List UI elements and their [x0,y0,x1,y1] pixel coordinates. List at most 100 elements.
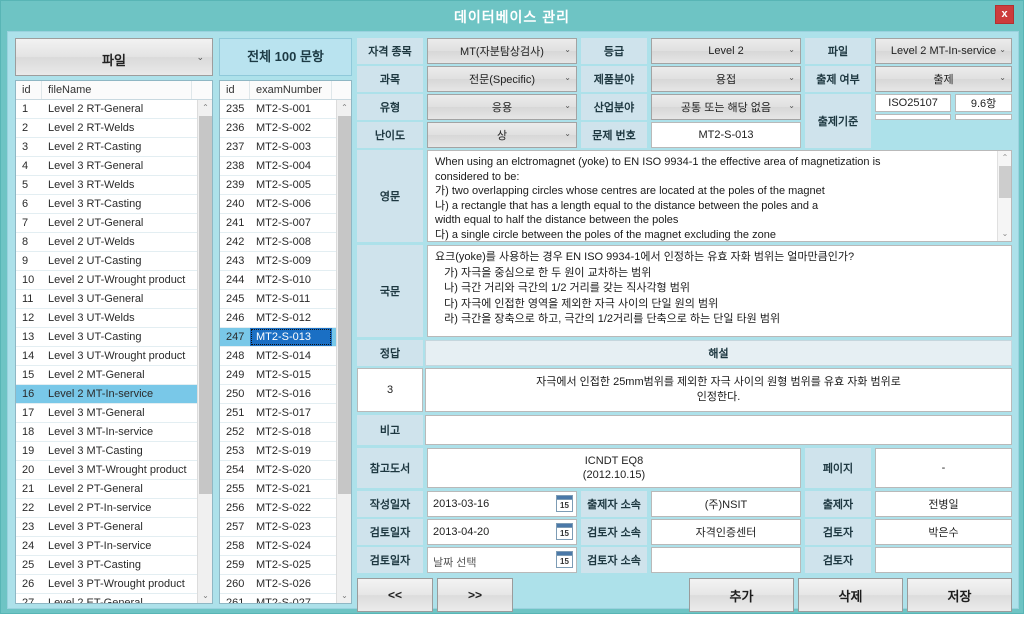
scroll-down-icon[interactable]: ⌄ [998,227,1011,241]
scroll-up-icon[interactable]: ⌃ [998,151,1011,165]
table-row[interactable]: 243 MT2-S-009 [220,252,351,271]
table-row[interactable]: 239 MT2-S-005 [220,176,351,195]
table-row[interactable]: 4 Level 3 RT-General [16,157,212,176]
english-textarea[interactable]: When using an elctromagnet (yoke) to EN … [427,150,1012,242]
table-row[interactable]: 27 Level 2 ET-General [16,594,212,603]
subject-select[interactable]: 전문(Specific) ⌄ [427,66,577,92]
table-row[interactable]: 252 MT2-S-018 [220,423,351,442]
file-scroll-thumb[interactable] [199,116,212,494]
write-date-input[interactable]: 2013-03-16 15 [427,491,577,517]
table-row[interactable]: 12 Level 3 UT-Welds [16,309,212,328]
table-row[interactable]: 19 Level 3 MT-Casting [16,442,212,461]
table-row[interactable]: 240 MT2-S-006 [220,195,351,214]
table-row[interactable]: 255 MT2-S-021 [220,480,351,499]
add-button[interactable]: 추가 [689,578,794,612]
delete-button[interactable]: 삭제 [798,578,903,612]
exam-grid-body[interactable]: 235 MT2-S-001 236 MT2-S-002 237 MT2-S-003 238 M… [220,100,351,603]
table-row[interactable]: 245 MT2-S-011 [220,290,351,309]
table-row[interactable]: 235 MT2-S-001 [220,100,351,119]
table-row[interactable]: 256 MT2-S-022 [220,499,351,518]
criteria-clause-input[interactable]: 9.6항 [955,94,1012,112]
english-scrollbar[interactable]: ⌃ ⌄ [997,151,1011,241]
table-row[interactable]: 24 Level 3 PT-In-service [16,537,212,556]
grade-select[interactable]: Level 2 ⌄ [651,38,801,64]
table-row[interactable]: 8 Level 2 UT-Welds [16,233,212,252]
table-row[interactable]: 20 Level 3 MT-Wrought product [16,461,212,480]
table-row[interactable]: 244 MT2-S-010 [220,271,351,290]
review-org-input-1[interactable]: 자격인증센터 [651,519,801,545]
file-grid-body[interactable]: 1 Level 2 RT-General 2 Level 2 RT-Welds 3 Lev… [16,100,212,603]
table-row[interactable]: 10 Level 2 UT-Wrought product [16,271,212,290]
table-row[interactable]: 26 Level 3 PT-Wrought product [16,575,212,594]
korean-textarea[interactable]: 요크(yoke)를 사용하는 경우 EN ISO 9934-1에서 인정하는 유… [427,245,1012,337]
table-row[interactable]: 242 MT2-S-008 [220,233,351,252]
table-row[interactable]: 253 MT2-S-019 [220,442,351,461]
table-row[interactable]: 11 Level 3 UT-General [16,290,212,309]
save-button[interactable]: 저장 [907,578,1012,612]
calendar-icon[interactable]: 15 [556,523,573,540]
exam-scroll-thumb[interactable] [338,116,351,494]
reviewer-input-2[interactable] [875,547,1012,573]
table-row[interactable]: 246 MT2-S-012 [220,309,351,328]
scroll-down-icon[interactable]: ⌄ [198,588,212,603]
author-org-input[interactable]: (주)NSIT [651,491,801,517]
difficulty-select[interactable]: 상 ⌄ [427,122,577,148]
review-date-input-2[interactable]: 날짜 선택 15 [427,547,577,573]
criteria-clause-input-2[interactable] [955,114,1012,120]
table-row[interactable]: 247 MT2-S-013 [220,328,351,347]
table-row[interactable]: 17 Level 3 MT-General [16,404,212,423]
criteria-standard-input[interactable]: ISO25107 [875,94,952,112]
industry-select[interactable]: 공통 또는 해당 없음 ⌄ [651,94,801,120]
is-issued-select[interactable]: 출제 ⌄ [875,66,1012,92]
table-row[interactable]: 23 Level 3 PT-General [16,518,212,537]
table-row[interactable]: 249 MT2-S-015 [220,366,351,385]
table-row[interactable]: 21 Level 2 PT-General [16,480,212,499]
scroll-up-icon[interactable]: ⌃ [198,100,212,115]
close-icon[interactable]: x [995,5,1014,24]
cert-type-select[interactable]: MT(자분탐상검사) ⌄ [427,38,577,64]
table-row[interactable]: 254 MT2-S-020 [220,461,351,480]
file-select[interactable]: Level 2 MT-In-service ⌄ [875,38,1012,64]
explanation-text[interactable]: 자극에서 인접한 25mm범위를 제외한 자극 사이의 원형 범위를 유효 자화… [425,368,1012,412]
table-row[interactable]: 13 Level 3 UT-Casting [16,328,212,347]
table-row[interactable]: 1 Level 2 RT-General [16,100,212,119]
page-input[interactable]: - [875,448,1012,488]
type-select[interactable]: 응용 ⌄ [427,94,577,120]
table-row[interactable]: 248 MT2-S-014 [220,347,351,366]
table-row[interactable]: 251 MT2-S-017 [220,404,351,423]
table-row[interactable]: 3 Level 2 RT-Casting [16,138,212,157]
product-select[interactable]: 용접 ⌄ [651,66,801,92]
table-row[interactable]: 2 Level 2 RT-Welds [16,119,212,138]
table-row[interactable]: 241 MT2-S-007 [220,214,351,233]
criteria-standard-input-2[interactable] [875,114,952,120]
calendar-icon[interactable]: 15 [556,551,573,568]
prev-button[interactable]: << [357,578,433,612]
table-row[interactable]: 237 MT2-S-003 [220,138,351,157]
scroll-down-icon[interactable]: ⌄ [337,588,351,603]
file-combo[interactable]: 파일 ⌄ [15,38,213,76]
remark-input[interactable] [425,415,1012,445]
table-row[interactable]: 236 MT2-S-002 [220,119,351,138]
review-org-input-2[interactable] [651,547,801,573]
table-row[interactable]: 257 MT2-S-023 [220,518,351,537]
question-number-input[interactable]: MT2-S-013 [651,122,801,148]
english-scroll-thumb[interactable] [999,166,1011,198]
table-row[interactable]: 16 Level 2 MT-In-service [16,385,212,404]
reference-input[interactable]: ICNDT EQ8 (2012.10.15) [427,448,801,488]
table-row[interactable]: 7 Level 2 UT-General [16,214,212,233]
table-row[interactable]: 15 Level 2 MT-General [16,366,212,385]
answer-input[interactable]: 3 [357,368,423,412]
exam-scrollbar[interactable]: ⌃ ⌄ [336,100,351,603]
table-row[interactable]: 14 Level 3 UT-Wrought product [16,347,212,366]
table-row[interactable]: 260 MT2-S-026 [220,575,351,594]
reviewer-input-1[interactable]: 박은수 [875,519,1012,545]
table-row[interactable]: 258 MT2-S-024 [220,537,351,556]
table-row[interactable]: 259 MT2-S-025 [220,556,351,575]
next-button[interactable]: >> [437,578,513,612]
table-row[interactable]: 9 Level 2 UT-Casting [16,252,212,271]
file-scrollbar[interactable]: ⌃ ⌄ [197,100,212,603]
table-row[interactable]: 6 Level 3 RT-Casting [16,195,212,214]
table-row[interactable]: 22 Level 2 PT-In-service [16,499,212,518]
scroll-up-icon[interactable]: ⌃ [337,100,351,115]
table-row[interactable]: 5 Level 3 RT-Welds [16,176,212,195]
